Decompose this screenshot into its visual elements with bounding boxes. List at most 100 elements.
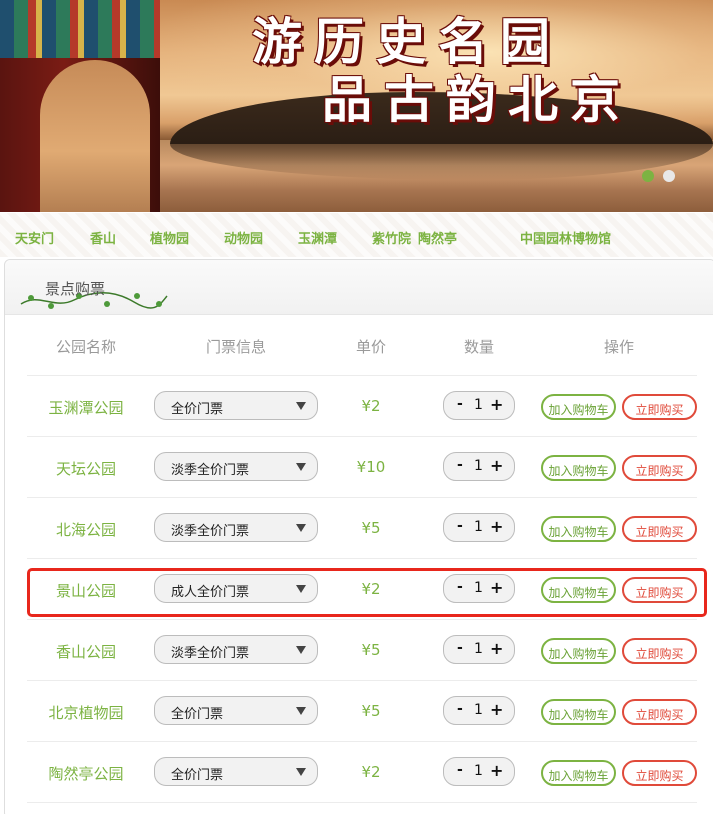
pavilion-arch [40,60,150,212]
unit-price: ¥5 [361,519,381,537]
minus-button[interactable]: - [457,518,463,534]
quantity-value[interactable]: 1 [474,580,483,596]
ticket-type-select[interactable]: 淡季全价门票 [154,635,318,664]
plus-button[interactable]: + [490,700,503,719]
minus-button[interactable]: - [457,640,463,656]
ticket-type-select[interactable]: 淡季全价门票 [154,452,318,481]
buy-now-button[interactable]: 立即购买 [622,516,697,542]
add-to-cart-button[interactable]: 加入购物车 [541,760,616,786]
unit-price: ¥2 [361,580,381,598]
painted-beam [0,0,160,58]
quantity-value[interactable]: 1 [474,458,483,474]
plus-button[interactable]: + [490,456,503,475]
quantity-value[interactable]: 1 [474,641,483,657]
banner-pavilion [0,0,160,212]
park-nav: 天安门 香山 植物园 动物园 玉渊潭 紫竹院 陶然亭 中国园林博物馆 [0,213,713,257]
unit-price: ¥5 [361,702,381,720]
quantity-stepper: -1 + [443,635,515,664]
add-to-cart-button[interactable]: 加入购物车 [541,699,616,725]
quantity-stepper: -1 + [443,452,515,481]
park-name[interactable]: 北海公园 [27,519,145,540]
add-to-cart-button[interactable]: 加入购物车 [541,455,616,481]
minus-button[interactable]: - [457,701,463,717]
header-price: 单价 [355,338,386,356]
buy-now-button[interactable]: 立即购买 [622,577,697,603]
minus-button[interactable]: - [457,762,463,778]
unit-price: ¥2 [361,763,381,781]
buy-now-button[interactable]: 立即购买 [622,760,697,786]
plus-button[interactable]: + [490,395,503,414]
ticket-type-select[interactable]: 全价门票 [154,696,318,725]
park-name[interactable]: 玉渊潭公园 [27,397,145,418]
minus-button[interactable]: - [457,579,463,595]
add-to-cart-button[interactable]: 加入购物车 [541,577,616,603]
quantity-value[interactable]: 1 [474,519,483,535]
park-name[interactable]: 北京植物园 [27,702,145,723]
buy-now-button[interactable]: 立即购买 [622,394,697,420]
add-to-cart-button[interactable]: 加入购物车 [541,638,616,664]
table-row: 陶然亭公园 全价门票 ¥2 -1 + 加入购物车 立即购买 [27,741,697,802]
plus-button[interactable]: + [490,761,503,780]
ticket-type-value: 淡季全价门票 [171,646,250,661]
dropdown-arrow-icon [296,402,306,410]
nav-item-tiananmen[interactable]: 天安门 [15,228,54,247]
ticket-type-value: 淡季全价门票 [171,524,250,539]
ticket-type-value: 全价门票 [171,768,224,783]
dropdown-arrow-icon [296,585,306,593]
nav-item-xiangshan[interactable]: 香山 [90,228,116,247]
buy-now-button[interactable]: 立即购买 [622,699,697,725]
plus-button[interactable]: + [490,578,503,597]
park-name[interactable]: 景山公园 [27,580,145,601]
quantity-value[interactable]: 1 [474,702,483,718]
table-bottom-border [27,802,697,814]
add-to-cart-button[interactable]: 加入购物车 [541,394,616,420]
dropdown-arrow-icon [296,768,306,776]
unit-price: ¥10 [356,458,386,476]
nav-item-botanical-garden[interactable]: 植物园 [150,228,189,247]
ticket-type-value: 全价门票 [171,707,224,722]
header-quantity: 数量 [463,338,494,356]
quantity-stepper: -1 + [443,513,515,542]
nav-item-taoranting[interactable]: 陶然亭 [418,228,457,247]
minus-button[interactable]: - [457,396,463,412]
carousel-dots [642,170,675,182]
header-ticket: 门票信息 [205,338,266,356]
nav-item-zoo[interactable]: 动物园 [224,228,263,247]
buy-now-button[interactable]: 立即购买 [622,455,697,481]
nav-item-garden-museum[interactable]: 中国园林博物馆 [520,228,611,247]
table-row: 香山公园 淡季全价门票 ¥5 -1 + 加入购物车 立即购买 [27,619,697,680]
quantity-stepper: -1 + [443,574,515,603]
plus-button[interactable]: + [490,639,503,658]
table-row: 北京植物园 全价门票 ¥5 -1 + 加入购物车 立即购买 [27,680,697,741]
plus-button[interactable]: + [490,517,503,536]
dropdown-arrow-icon [296,646,306,654]
park-name[interactable]: 天坛公园 [27,458,145,479]
quantity-value[interactable]: 1 [474,397,483,413]
dropdown-arrow-icon [296,524,306,532]
ticket-type-value: 成人全价门票 [171,585,250,600]
header-action: 操作 [603,338,634,356]
park-name[interactable]: 陶然亭公园 [27,763,145,784]
panel-title: 景点购票 [45,280,106,298]
carousel-dot-1[interactable] [642,170,654,182]
ticket-type-select[interactable]: 全价门票 [154,757,318,786]
table-row: 天坛公园 淡季全价门票 ¥10 -1 + 加入购物车 立即购买 [27,436,697,497]
dropdown-arrow-icon [296,463,306,471]
minus-button[interactable]: - [457,457,463,473]
nav-item-zizhuyuan[interactable]: 紫竹院 [372,228,411,247]
buy-now-button[interactable]: 立即购买 [622,638,697,664]
unit-price: ¥2 [361,397,381,415]
ticket-type-select[interactable]: 淡季全价门票 [154,513,318,542]
add-to-cart-button[interactable]: 加入购物车 [541,516,616,542]
unit-price: ¥5 [361,641,381,659]
quantity-stepper: -1 + [443,696,515,725]
nav-item-yuyuantan[interactable]: 玉渊潭 [298,228,337,247]
quantity-value[interactable]: 1 [474,763,483,779]
carousel-dot-2[interactable] [663,170,675,182]
ticket-type-select[interactable]: 成人全价门票 [154,574,318,603]
table-row: 北海公园 淡季全价门票 ¥5 -1 + 加入购物车 立即购买 [27,497,697,558]
banner-title-line2: 品古韵北京 [322,70,632,129]
dropdown-arrow-icon [296,707,306,715]
ticket-type-select[interactable]: 全价门票 [154,391,318,420]
park-name[interactable]: 香山公园 [27,641,145,662]
